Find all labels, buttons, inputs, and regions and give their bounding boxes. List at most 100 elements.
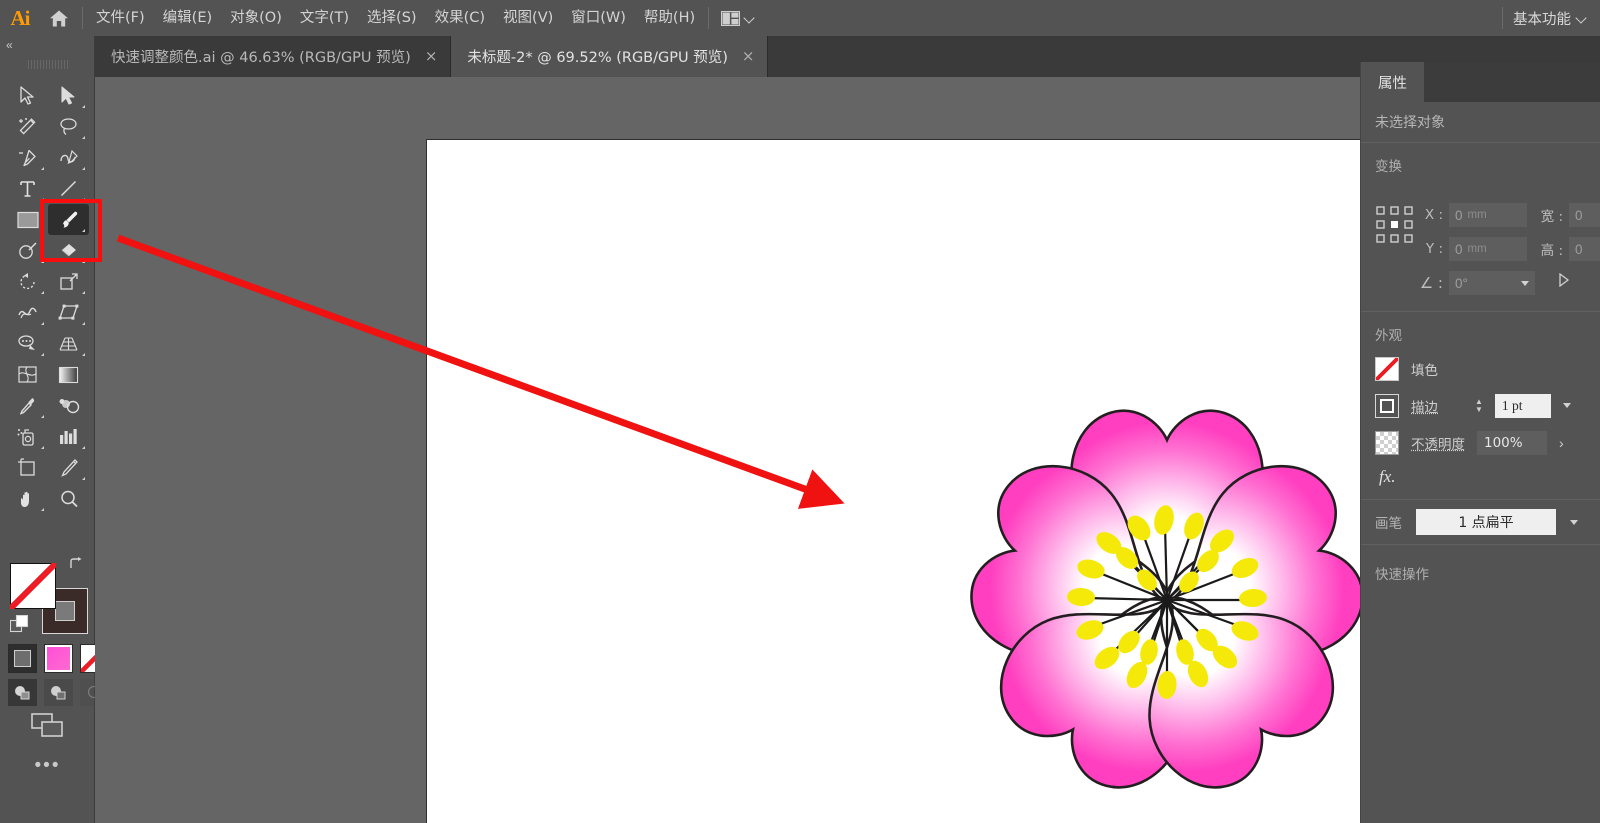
close-icon[interactable]: ×: [425, 49, 438, 64]
pen-tool[interactable]: [7, 142, 48, 173]
workspace-divider: [1502, 7, 1503, 29]
menu-item-select[interactable]: 选择(S): [358, 0, 426, 36]
reference-point-selector[interactable]: [1375, 205, 1415, 245]
height-input[interactable]: 0: [1569, 237, 1600, 261]
transform-angle-row: ∠ : 0°: [1413, 271, 1535, 295]
zoom-tool[interactable]: [48, 483, 89, 514]
width-value: 0: [1575, 207, 1583, 223]
tab-label: 快速调整颜色.ai @ 46.63% (RGB/GPU 预览): [111, 50, 411, 66]
panel-drag-handle[interactable]: [28, 60, 68, 69]
menu-item-edit[interactable]: 编辑(E): [154, 0, 221, 36]
stepper-down-icon[interactable]: ▼: [1475, 405, 1483, 413]
scale-tool[interactable]: [48, 266, 89, 297]
x-input[interactable]: 0 mm: [1449, 203, 1527, 227]
canvas-area[interactable]: [95, 77, 1360, 823]
free-transform-tool[interactable]: [48, 297, 89, 328]
eyedropper-tool[interactable]: [7, 390, 48, 421]
gradient-swatch-pink[interactable]: [44, 644, 73, 673]
menu-item-effect[interactable]: 效果(C): [426, 0, 494, 36]
y-label: Y :: [1425, 241, 1443, 257]
y-input[interactable]: 0 mm: [1449, 237, 1527, 261]
stroke-swatch[interactable]: [1375, 393, 1399, 418]
blend-tool[interactable]: [48, 390, 89, 421]
close-icon[interactable]: ×: [742, 49, 755, 64]
opacity-swatch[interactable]: [1375, 430, 1399, 455]
width-tool[interactable]: [7, 297, 48, 328]
menu-item-view[interactable]: 视图(V): [494, 0, 562, 36]
stroke-weight-stepper[interactable]: ▲ ▼: [1475, 397, 1483, 413]
transform-more-options[interactable]: [1557, 273, 1571, 287]
gradient-tool[interactable]: [48, 359, 89, 390]
swap-fill-stroke-icon[interactable]: [68, 557, 83, 574]
draw-behind-icon[interactable]: [44, 679, 73, 706]
collapse-panel-icon[interactable]: «: [6, 38, 13, 52]
chevron-down-icon[interactable]: [1577, 14, 1586, 23]
rectangle-tool[interactable]: [7, 204, 48, 235]
app-logo-icon: Ai: [10, 5, 31, 30]
paintbrush-tool[interactable]: [48, 204, 89, 235]
opacity-input[interactable]: 100%: [1477, 430, 1547, 455]
tool-group-indicator: [82, 167, 85, 170]
draw-normal-icon[interactable]: [8, 679, 37, 706]
type-tool[interactable]: [7, 173, 48, 204]
column-graph-tool[interactable]: [48, 421, 89, 452]
opacity-label[interactable]: 不透明度: [1411, 433, 1465, 453]
menu-item-type[interactable]: 文字(T): [291, 0, 358, 36]
artboard-tool[interactable]: [7, 452, 48, 483]
tool-group-indicator: [41, 415, 44, 418]
fill-label: 填色: [1411, 362, 1438, 379]
stroke-weight-input[interactable]: 1 pt: [1494, 393, 1551, 418]
chevron-down-icon[interactable]: [1521, 280, 1529, 286]
transform-width-row: 宽 : 0: [1529, 203, 1600, 227]
menu-item-window[interactable]: 窗口(W): [562, 0, 635, 36]
tab-properties[interactable]: 属性: [1361, 62, 1424, 102]
menu-item-object[interactable]: 对象(O): [221, 0, 291, 36]
selection-tool[interactable]: [7, 80, 48, 111]
lasso-tool[interactable]: [48, 111, 89, 142]
chevron-down-icon: [745, 14, 754, 23]
default-fill-stroke-icon[interactable]: [9, 614, 29, 634]
fill-color-swatch[interactable]: [10, 563, 56, 609]
slice-tool[interactable]: [48, 452, 89, 483]
line-segment-tool[interactable]: [48, 173, 89, 204]
fill-swatch[interactable]: [1375, 356, 1399, 381]
width-input[interactable]: 0: [1569, 203, 1600, 227]
hand-tool[interactable]: [7, 483, 48, 514]
artboard[interactable]: [426, 139, 1360, 823]
brush-label: 画笔: [1375, 516, 1402, 532]
document-tab-1[interactable]: 快速调整颜色.ai @ 46.63% (RGB/GPU 预览) ×: [95, 36, 452, 77]
change-screen-mode-icon[interactable]: [0, 710, 95, 740]
chevron-right-icon[interactable]: ›: [1559, 435, 1564, 451]
menu-item-help[interactable]: 帮助(H): [635, 0, 704, 36]
tool-grid: [7, 80, 89, 514]
color-swatch-grey[interactable]: [8, 644, 37, 673]
perspective-grid-tool[interactable]: [48, 328, 89, 359]
stepper-up-icon[interactable]: ▲: [1475, 397, 1483, 405]
rotate-tool[interactable]: [7, 266, 48, 297]
document-tab-2[interactable]: 未标题-2* @ 69.52% (RGB/GPU 预览) ×: [451, 36, 769, 77]
mesh-tool[interactable]: [7, 359, 48, 390]
tool-group-indicator: [82, 322, 85, 325]
tool-group-indicator: [82, 291, 85, 294]
tool-group-indicator: [41, 198, 44, 201]
home-icon[interactable]: [40, 0, 78, 36]
symbol-sprayer-tool[interactable]: [7, 421, 48, 452]
chevron-down-icon[interactable]: [1562, 403, 1571, 408]
effects-button[interactable]: fx.: [1361, 461, 1600, 499]
magic-wand-tool[interactable]: [7, 111, 48, 142]
angle-input[interactable]: 0°: [1449, 271, 1535, 295]
stroke-label[interactable]: 描边: [1411, 396, 1459, 416]
puppet-warp-tool[interactable]: [7, 328, 48, 359]
curvature-tool[interactable]: [48, 142, 89, 173]
brush-selector[interactable]: 1 点扁平: [1416, 509, 1556, 535]
menu-item-list: 文件(F) 编辑(E) 对象(O) 文字(T) 选择(S) 效果(C) 视图(V…: [87, 0, 704, 36]
shape-builder-tool[interactable]: [48, 235, 89, 266]
direct-selection-tool[interactable]: [48, 80, 89, 111]
menu-item-file[interactable]: 文件(F): [87, 0, 154, 36]
cherry-blossom-flower[interactable]: [847, 280, 1360, 823]
chevron-down-icon[interactable]: [1570, 519, 1578, 525]
workspace-switcher[interactable]: 基本功能: [1498, 0, 1600, 36]
edit-toolbar-icon[interactable]: •••: [0, 752, 95, 780]
arrange-documents-icon[interactable]: [713, 10, 762, 26]
shaper-tool[interactable]: [7, 235, 48, 266]
